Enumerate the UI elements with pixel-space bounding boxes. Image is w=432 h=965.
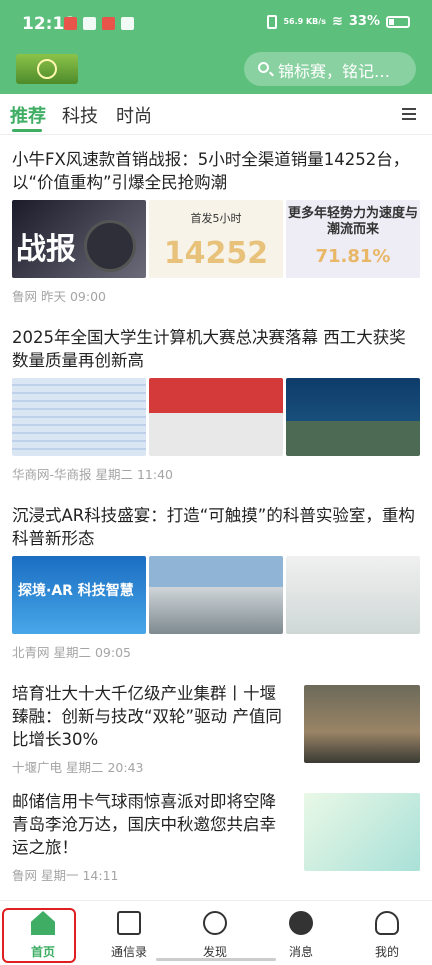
tab-recommend[interactable]: 推荐 bbox=[10, 102, 46, 128]
nav-label: 我的 bbox=[374, 945, 399, 959]
app-header: 锦标赛，铭记… bbox=[0, 50, 432, 94]
compass-icon bbox=[203, 911, 227, 935]
thumb-text: 探境·AR 科技智慧 bbox=[18, 583, 134, 599]
thumb-label: 首发5小时 bbox=[190, 212, 242, 225]
news-thumbnail bbox=[12, 378, 146, 456]
wifi-icon: ≋ bbox=[331, 14, 343, 29]
news-time: 星期二 11:40 bbox=[95, 467, 174, 482]
news-title: 培育壮大十大千亿级产业集群丨十堰臻融：创新与技改“双轮”驱动 产值同比增长30% bbox=[12, 684, 282, 749]
status-right: 56.9 KB/s ≋ 33% bbox=[267, 14, 410, 29]
news-thumbnail bbox=[286, 378, 420, 456]
message-icon bbox=[289, 911, 313, 935]
news-item[interactable]: 培育壮大十大千亿级产业集群丨十堰臻融：创新与技改“双轮”驱动 产值同比增长30%… bbox=[12, 682, 292, 776]
nav-messages[interactable]: 消息 bbox=[258, 901, 344, 965]
highlight-box bbox=[2, 908, 76, 963]
apple-logo-icon bbox=[37, 59, 57, 79]
news-time: 星期二 09:05 bbox=[53, 645, 132, 660]
news-meta: 鲁网 星期一 14:11 bbox=[12, 865, 292, 884]
news-title: 邮储信用卡气球雨惊喜派对即将空降青岛李沧万达，国庆中秋邀您共启幸运之旅！ bbox=[12, 792, 276, 857]
news-item[interactable]: 2025年全国大学生计算机大赛总决赛落幕 西工大获奖数量质量再创新高 华商网-华… bbox=[12, 326, 420, 483]
news-meta: 北青网 星期二 09:05 bbox=[12, 642, 420, 661]
news-title: 沉浸式AR科技盛宴：打造“可触摸”的科普实验室，重构科普新形态 bbox=[12, 506, 415, 548]
vibrate-icon bbox=[267, 14, 278, 29]
battery-percent: 33% bbox=[348, 14, 380, 29]
news-item[interactable]: 小牛FX风速款首销战报：5小时全渠道销量14252台，以“价值重构”引爆全民抢购… bbox=[12, 148, 420, 305]
news-thumbnail bbox=[286, 556, 420, 634]
search-bar[interactable]: 锦标赛，铭记… bbox=[244, 52, 416, 86]
status-bar: 12:11 56.9 KB/s ≋ 33% bbox=[0, 0, 432, 50]
news-thumbnail[interactable] bbox=[304, 793, 420, 871]
news-time: 昨天 09:00 bbox=[41, 289, 106, 304]
app-notification-icon bbox=[64, 17, 77, 30]
search-icon bbox=[258, 62, 269, 73]
news-meta: 鲁网 昨天 09:00 bbox=[12, 286, 420, 305]
news-thumbnails: 探境·AR 科技智慧 bbox=[12, 556, 420, 634]
news-item[interactable]: 邮储信用卡气球雨惊喜派对即将空降青岛李沧万达，国庆中秋邀您共启幸运之旅！ 鲁网 … bbox=[12, 790, 292, 884]
news-meta: 华商网-华商报 星期二 11:40 bbox=[12, 464, 420, 483]
search-placeholder: 锦标赛，铭记… bbox=[278, 62, 391, 81]
tab-fashion[interactable]: 时尚 bbox=[116, 102, 152, 128]
person-icon bbox=[375, 911, 399, 935]
thumb-text: 战报 bbox=[16, 232, 76, 267]
news-thumbnail bbox=[149, 556, 283, 634]
tab-tech[interactable]: 科技 bbox=[62, 102, 98, 128]
news-time: 星期二 20:43 bbox=[66, 760, 144, 775]
app-logo[interactable] bbox=[16, 54, 78, 84]
news-title: 2025年全国大学生计算机大赛总决赛落幕 西工大获奖数量质量再创新高 bbox=[12, 328, 406, 370]
news-source: 十堰广电 bbox=[12, 760, 63, 775]
news-thumbnail[interactable] bbox=[304, 685, 420, 763]
news-thumbnail: 战报 bbox=[12, 200, 146, 278]
app-notification-icon bbox=[83, 17, 96, 30]
notification-icons bbox=[64, 17, 134, 30]
news-title: 小牛FX风速款首销战报：5小时全渠道销量14252台，以“价值重构”引爆全民抢购… bbox=[12, 150, 410, 192]
tab-active-indicator bbox=[12, 129, 42, 132]
news-meta: 十堰广电 星期二 20:43 bbox=[12, 757, 292, 776]
battery-icon bbox=[386, 15, 410, 28]
thumb-label: 更多年轻势力为速度与潮流而来 bbox=[287, 206, 418, 237]
news-time: 星期一 14:11 bbox=[41, 868, 119, 883]
nav-me[interactable]: 我的 bbox=[344, 901, 430, 965]
news-thumbnail: 更多年轻势力为速度与潮流而来 71.81% bbox=[286, 200, 420, 278]
news-source: 鲁网 bbox=[12, 289, 38, 304]
app-notification-icon bbox=[121, 17, 134, 30]
gesture-bar[interactable] bbox=[156, 958, 276, 961]
thumb-number: 14252 bbox=[163, 236, 269, 271]
nav-discover[interactable]: 发现 bbox=[172, 901, 258, 965]
contacts-icon bbox=[117, 911, 141, 935]
thumb-number: 71.81% bbox=[315, 246, 391, 267]
news-item[interactable]: 沉浸式AR科技盛宴：打造“可触摸”的科普实验室，重构科普新形态 探境·AR 科技… bbox=[12, 504, 420, 661]
net-speed: 56.9 KB/s bbox=[283, 17, 326, 26]
news-thumbnails: 战报 首发5小时 14252 更多年轻势力为速度与潮流而来 71.81% bbox=[12, 200, 420, 278]
nav-contacts[interactable]: 通信录 bbox=[86, 901, 172, 965]
app-notification-icon bbox=[102, 17, 115, 30]
news-thumbnail bbox=[149, 378, 283, 456]
menu-icon[interactable] bbox=[402, 108, 416, 120]
news-thumbnail: 首发5小时 14252 bbox=[149, 200, 283, 278]
news-thumbnails bbox=[12, 378, 420, 456]
channel-tabs: 推荐 科技 时尚 bbox=[0, 94, 432, 135]
news-source: 鲁网 bbox=[12, 868, 38, 883]
scooter-image bbox=[84, 220, 136, 272]
news-source: 北青网 bbox=[12, 645, 50, 660]
news-source: 华商网-华商报 bbox=[12, 467, 92, 482]
news-thumbnail: 探境·AR 科技智慧 bbox=[12, 556, 146, 634]
